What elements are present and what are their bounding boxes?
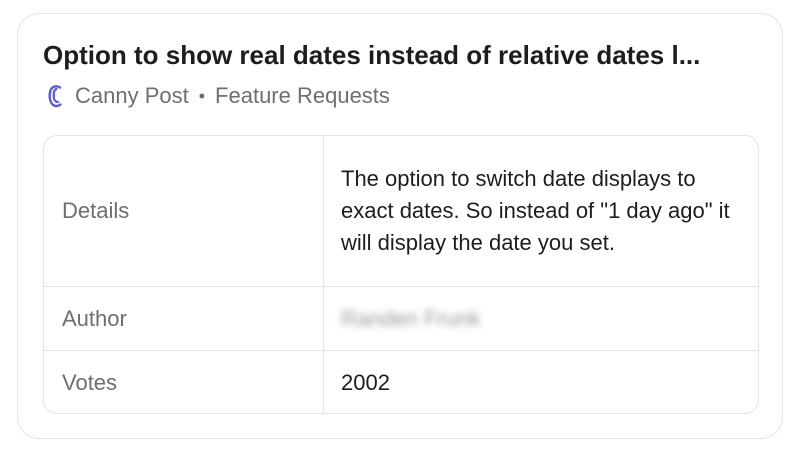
link-preview-card[interactable]: Option to show real dates instead of rel… (17, 13, 783, 439)
canny-logo-icon (45, 83, 67, 109)
source-label: Canny Post (75, 83, 189, 108)
author-label: Author (44, 287, 324, 350)
table-row: Author Randen Frunk (44, 286, 758, 350)
votes-label: Votes (44, 351, 324, 413)
details-value: The option to switch date displays to ex… (341, 166, 730, 255)
post-meta: Canny Post • Feature Requests (45, 81, 390, 111)
author-value-cell: Randen Frunk (324, 287, 758, 350)
table-row: Details The option to switch date displa… (44, 136, 758, 286)
votes-value: 2002 (341, 369, 390, 395)
author-value: Randen Frunk (341, 305, 481, 331)
post-details-table: Details The option to switch date displa… (43, 135, 759, 414)
category-label: Feature Requests (215, 83, 390, 108)
details-label: Details (44, 136, 324, 286)
post-title[interactable]: Option to show real dates instead of rel… (43, 40, 763, 70)
meta-separator: • (198, 85, 206, 106)
table-row: Votes 2002 (44, 350, 758, 413)
